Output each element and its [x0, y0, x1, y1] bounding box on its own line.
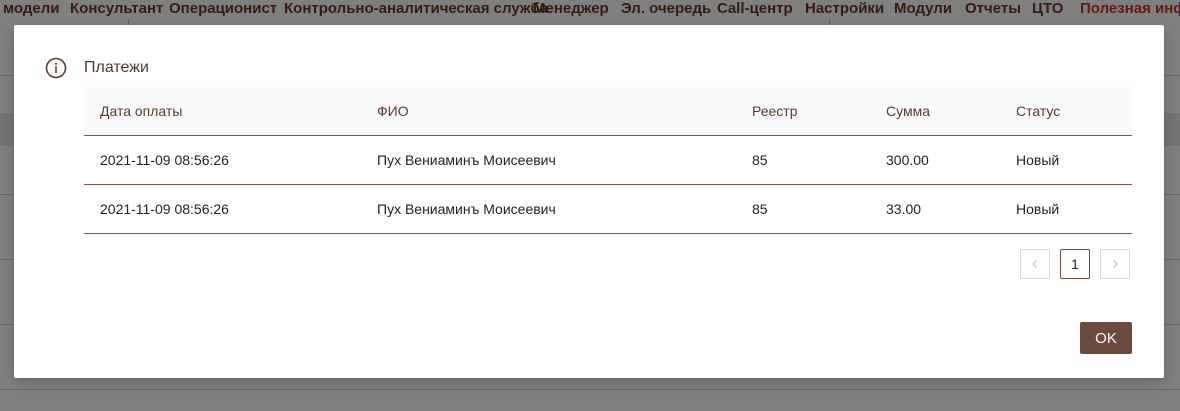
cell-full-name: Пух Вениаминъ Моисеевич — [377, 152, 556, 168]
cell-payment-date: 2021-11-09 08:56:26 — [100, 152, 229, 168]
column-header-payment-date: Дата оплаты — [100, 103, 183, 119]
column-header-registry: Реестр — [752, 103, 798, 119]
payments-modal: Платежи Дата оплаты ФИО Реестр Сумма Ста… — [14, 25, 1164, 378]
cell-payment-date: 2021-11-09 08:56:26 — [100, 201, 229, 217]
ok-button[interactable]: OK — [1080, 322, 1132, 354]
cell-status: Новый — [1016, 201, 1060, 217]
cell-registry: 85 — [752, 201, 768, 217]
cell-amount: 33.00 — [886, 201, 922, 217]
modal-title: Платежи — [84, 59, 149, 76]
pagination-next-button[interactable] — [1100, 249, 1130, 279]
payments-table: Дата оплаты ФИО Реестр Сумма Статус 2021… — [84, 87, 1132, 234]
cell-amount: 300.00 — [886, 152, 929, 168]
info-circle-icon — [45, 57, 67, 79]
pagination-prev-button[interactable] — [1020, 249, 1050, 279]
table-row[interactable]: 2021-11-09 08:56:26 Пух Вениаминъ Моисее… — [84, 136, 1132, 185]
cell-registry: 85 — [752, 152, 768, 168]
table-row[interactable]: 2021-11-09 08:56:26 Пух Вениаминъ Моисее… — [84, 185, 1132, 234]
column-header-full-name: ФИО — [377, 103, 409, 119]
table-header: Дата оплаты ФИО Реестр Сумма Статус — [84, 87, 1132, 136]
pagination-page-1[interactable]: 1 — [1060, 249, 1090, 279]
chevron-left-icon — [1032, 260, 1037, 268]
column-header-amount: Сумма — [886, 103, 930, 119]
column-header-status: Статус — [1016, 103, 1061, 119]
cell-full-name: Пух Вениаминъ Моисеевич — [377, 201, 556, 217]
cell-status: Новый — [1016, 152, 1060, 168]
chevron-right-icon — [1113, 260, 1118, 268]
